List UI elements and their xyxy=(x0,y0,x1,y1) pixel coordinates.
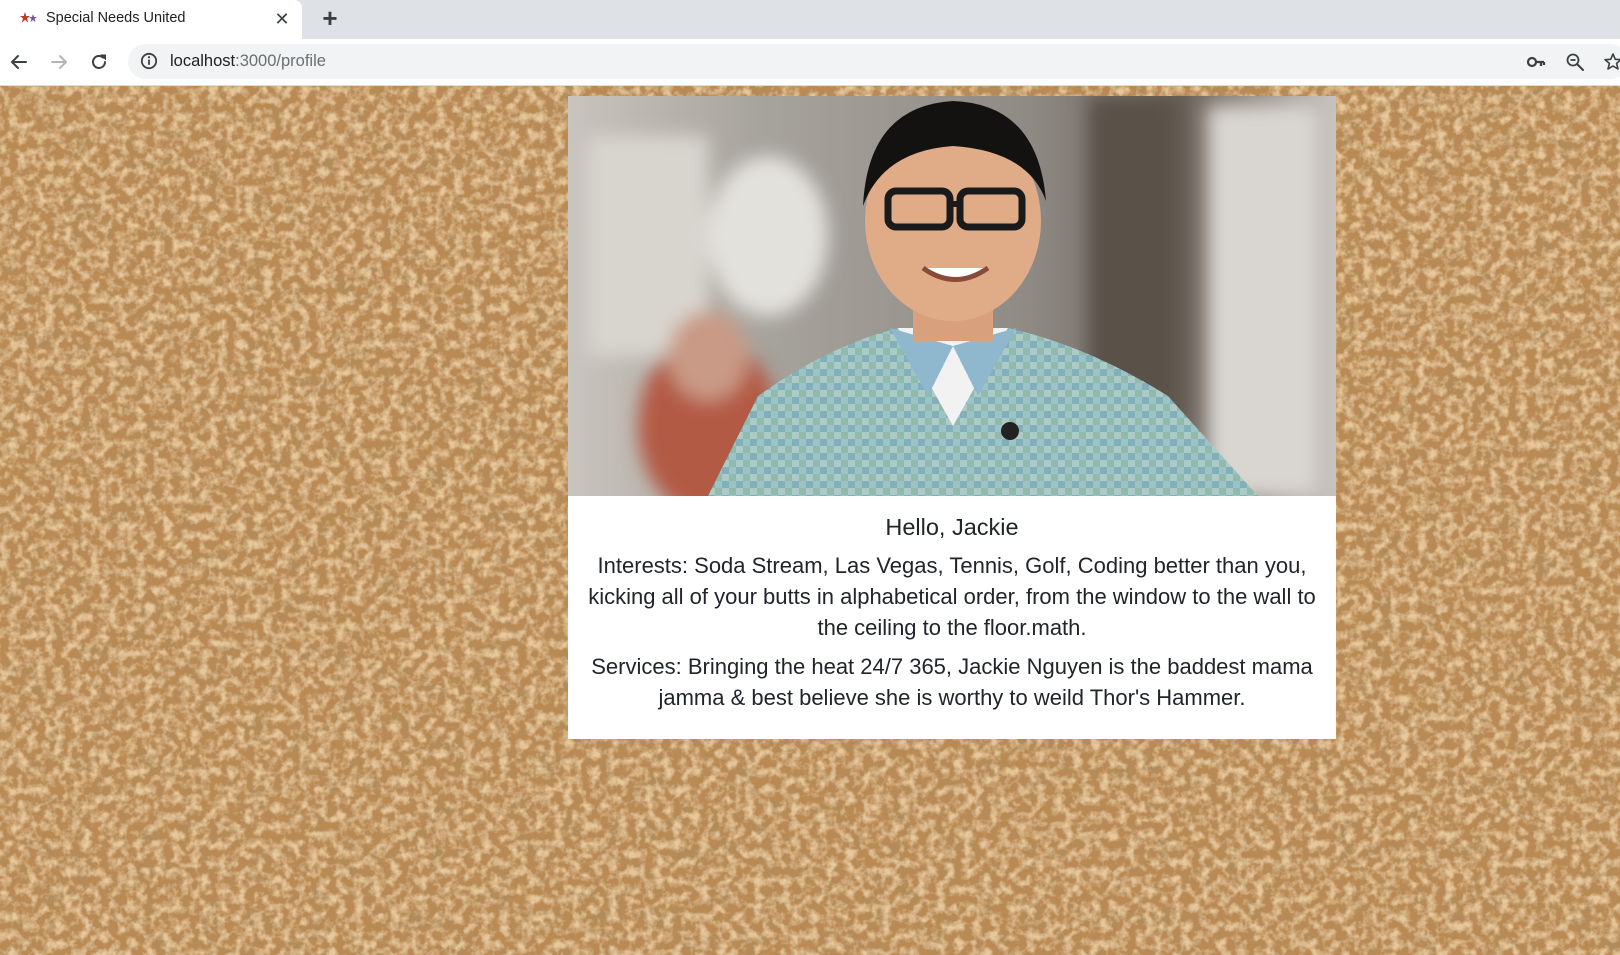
profile-photo xyxy=(568,96,1336,496)
greeting-text: Hello, Jackie xyxy=(885,514,1019,540)
back-arrow-icon xyxy=(11,55,27,69)
zoom-out-icon[interactable] xyxy=(1565,52,1585,72)
address-bar[interactable]: localhost:3000/profile xyxy=(128,44,1620,79)
close-tab-icon[interactable]: ✕ xyxy=(272,10,292,30)
star-figures-icon xyxy=(20,12,37,23)
url-text[interactable]: localhost:3000/profile xyxy=(170,52,326,71)
forward-button[interactable] xyxy=(46,49,72,75)
url-path: :3000/profile xyxy=(235,52,326,70)
page-viewport: Hello, Jackie Interests: Soda Stream, La… xyxy=(0,86,1620,955)
tab-strip: Special Needs United ✕ + xyxy=(0,0,1620,39)
forward-arrow-icon xyxy=(51,55,67,69)
profile-card: Hello, Jackie Interests: Soda Stream, La… xyxy=(568,96,1336,739)
bookmark-star-icon[interactable] xyxy=(1603,52,1620,72)
reload-icon xyxy=(92,54,106,69)
key-icon[interactable] xyxy=(1526,52,1546,72)
new-tab-button[interactable]: + xyxy=(318,5,342,31)
services-text: Services: Bringing the heat 24/7 365, Ja… xyxy=(591,654,1313,710)
profile-photo-illustration xyxy=(568,96,1336,496)
reload-button[interactable] xyxy=(86,49,112,75)
browser-toolbar: localhost:3000/profile xyxy=(0,39,1620,86)
profile-card-body: Hello, Jackie Interests: Soda Stream, La… xyxy=(568,496,1336,721)
active-tab[interactable]: Special Needs United ✕ xyxy=(0,0,302,39)
browser-window: Special Needs United ✕ + localhost:3000/… xyxy=(0,0,1620,955)
interests-text: Interests: Soda Stream, Las Vegas, Tenni… xyxy=(588,553,1316,640)
back-button[interactable] xyxy=(6,49,32,75)
tab-title: Special Needs United xyxy=(46,10,186,26)
info-icon[interactable] xyxy=(140,52,158,70)
url-host: localhost xyxy=(170,52,236,70)
